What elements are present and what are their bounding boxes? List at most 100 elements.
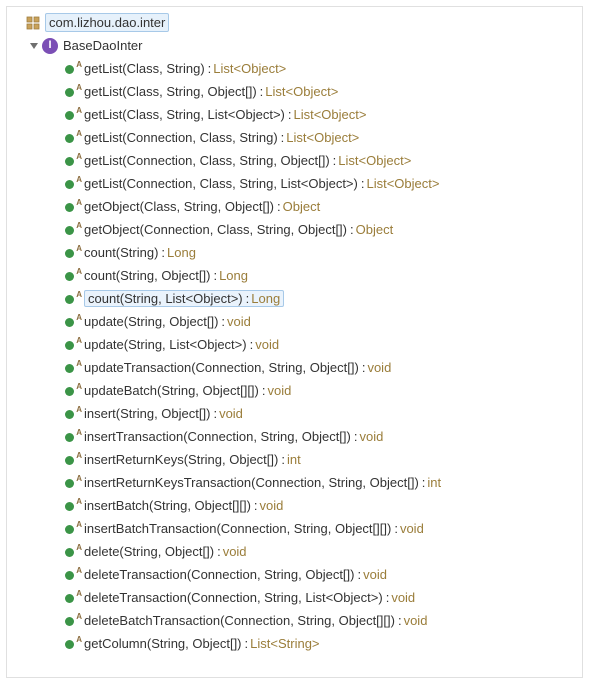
abstract-method-icon: A [65, 107, 81, 123]
package-row[interactable]: com.lizhou.dao.inter [7, 11, 582, 34]
method-signature: insertBatchTransaction(Connection, Strin… [84, 521, 391, 536]
method-signature: insert(String, Object[]) [84, 406, 210, 421]
interface-row[interactable]: I BaseDaoInter [7, 34, 582, 57]
method-return-type: List<Object> [338, 153, 411, 168]
method-row[interactable]: AdeleteBatchTransaction(Connection, Stri… [7, 609, 582, 632]
method-signature: getList(Class, String, List<Object>) [84, 107, 285, 122]
method-row[interactable]: AgetObject(Class, String, Object[]):Obje… [7, 195, 582, 218]
method-row[interactable]: AgetList(Connection, Class, String, Obje… [7, 149, 582, 172]
method-signature: getList(Connection, Class, String, List<… [84, 176, 358, 191]
method-signature: deleteBatchTransaction(Connection, Strin… [84, 613, 395, 628]
abstract-method-icon: A [65, 567, 81, 583]
method-return-type: Long [251, 291, 280, 306]
method-row[interactable]: AgetList(Class, String):List<Object> [7, 57, 582, 80]
method-label-group: insertBatch(String, Object[][]):void [84, 498, 283, 513]
abstract-method-icon: A [65, 590, 81, 606]
method-label-group: getObject(Connection, Class, String, Obj… [84, 222, 393, 237]
method-row[interactable]: Aupdate(String, Object[]):void [7, 310, 582, 333]
method-row[interactable]: AgetColumn(String, Object[]):List<String… [7, 632, 582, 655]
method-row[interactable]: AupdateBatch(String, Object[][]):void [7, 379, 582, 402]
method-label-group: insertBatchTransaction(Connection, Strin… [84, 521, 424, 536]
method-return-type: List<Object> [366, 176, 439, 191]
method-row[interactable]: AgetList(Class, String, Object[]):List<O… [7, 80, 582, 103]
method-row[interactable]: Adelete(String, Object[]):void [7, 540, 582, 563]
method-row[interactable]: AgetList(Connection, Class, String, List… [7, 172, 582, 195]
abstract-method-icon: A [65, 153, 81, 169]
method-label-group: count(String):Long [84, 245, 196, 260]
method-label-group: getColumn(String, Object[]):List<String> [84, 636, 320, 651]
return-separator: : [246, 291, 250, 306]
return-separator: : [260, 84, 264, 99]
method-signature: updateTransaction(Connection, String, Ob… [84, 360, 359, 375]
abstract-method-icon: A [65, 130, 81, 146]
method-label-group: count(String, List<Object>):Long [84, 290, 284, 307]
return-separator: : [221, 314, 225, 329]
method-row[interactable]: Ainsert(String, Object[]):void [7, 402, 582, 425]
method-label-group: getList(Class, String, List<Object>):Lis… [84, 107, 366, 122]
method-return-type: List<Object> [213, 61, 286, 76]
method-label-group: getObject(Class, String, Object[]):Objec… [84, 199, 320, 214]
method-row[interactable]: AdeleteTransaction(Connection, String, L… [7, 586, 582, 609]
return-separator: : [281, 130, 285, 145]
method-signature: update(String, Object[]) [84, 314, 218, 329]
method-label-group: getList(Connection, Class, String, Objec… [84, 153, 411, 168]
method-row[interactable]: AinsertTransaction(Connection, String, O… [7, 425, 582, 448]
return-separator: : [245, 636, 249, 651]
method-row[interactable]: AinsertReturnKeysTransaction(Connection,… [7, 471, 582, 494]
abstract-method-icon: A [65, 521, 81, 537]
method-signature: deleteTransaction(Connection, String, Ob… [84, 567, 355, 582]
return-separator: : [281, 452, 285, 467]
method-signature: insertTransaction(Connection, String, Ob… [84, 429, 351, 444]
method-label-group: insert(String, Object[]):void [84, 406, 243, 421]
return-separator: : [361, 176, 365, 191]
abstract-method-icon: A [65, 360, 81, 376]
method-signature: getList(Connection, Class, String) [84, 130, 278, 145]
method-row[interactable]: AinsertReturnKeys(String, Object[]):int [7, 448, 582, 471]
abstract-method-icon: A [65, 199, 81, 215]
method-signature: insertReturnKeys(String, Object[]) [84, 452, 278, 467]
method-row[interactable]: AdeleteTransaction(Connection, String, O… [7, 563, 582, 586]
method-signature: update(String, List<Object>) [84, 337, 247, 352]
return-separator: : [250, 337, 254, 352]
abstract-method-icon: A [65, 475, 81, 491]
return-separator: : [161, 245, 165, 260]
method-return-type: List<Object> [265, 84, 338, 99]
return-separator: : [386, 590, 390, 605]
expand-twisty-icon[interactable] [27, 39, 41, 53]
method-return-type: void [223, 544, 247, 559]
method-row[interactable]: AupdateTransaction(Connection, String, O… [7, 356, 582, 379]
method-signature: getList(Connection, Class, String, Objec… [84, 153, 330, 168]
method-return-type: Object [356, 222, 394, 237]
method-label-group: updateBatch(String, Object[][]):void [84, 383, 291, 398]
abstract-method-icon: A [65, 337, 81, 353]
return-separator: : [208, 61, 212, 76]
method-row[interactable]: AgetList(Connection, Class, String):List… [7, 126, 582, 149]
package-icon [25, 15, 41, 31]
method-row[interactable]: Aupdate(String, List<Object>):void [7, 333, 582, 356]
method-label-group: count(String, Object[]):Long [84, 268, 248, 283]
abstract-method-icon: A [65, 498, 81, 514]
method-row[interactable]: AgetList(Class, String, List<Object>):Li… [7, 103, 582, 126]
method-return-type: void [359, 429, 383, 444]
method-row[interactable]: Acount(String, Object[]):Long [7, 264, 582, 287]
method-signature: insertReturnKeysTransaction(Connection, … [84, 475, 419, 490]
method-row[interactable]: Acount(String, List<Object>):Long [7, 287, 582, 310]
return-separator: : [254, 498, 258, 513]
method-return-type: void [227, 314, 251, 329]
outline-panel: com.lizhou.dao.inter I BaseDaoInter Aget… [6, 6, 583, 678]
abstract-method-icon: A [65, 245, 81, 261]
method-row[interactable]: Acount(String):Long [7, 241, 582, 264]
method-label-group: deleteTransaction(Connection, String, Li… [84, 590, 415, 605]
abstract-method-icon: A [65, 429, 81, 445]
method-row[interactable]: AinsertBatch(String, Object[][]):void [7, 494, 582, 517]
interface-icon: I [42, 38, 58, 54]
method-row[interactable]: AgetObject(Connection, Class, String, Ob… [7, 218, 582, 241]
method-signature: getList(Class, String, Object[]) [84, 84, 257, 99]
method-row[interactable]: AinsertBatchTransaction(Connection, Stri… [7, 517, 582, 540]
abstract-method-icon: A [65, 61, 81, 77]
return-separator: : [288, 107, 292, 122]
method-return-type: void [255, 337, 279, 352]
return-separator: : [354, 429, 358, 444]
method-label-group: getList(Class, String, Object[]):List<Ob… [84, 84, 338, 99]
method-signature: getList(Class, String) [84, 61, 205, 76]
